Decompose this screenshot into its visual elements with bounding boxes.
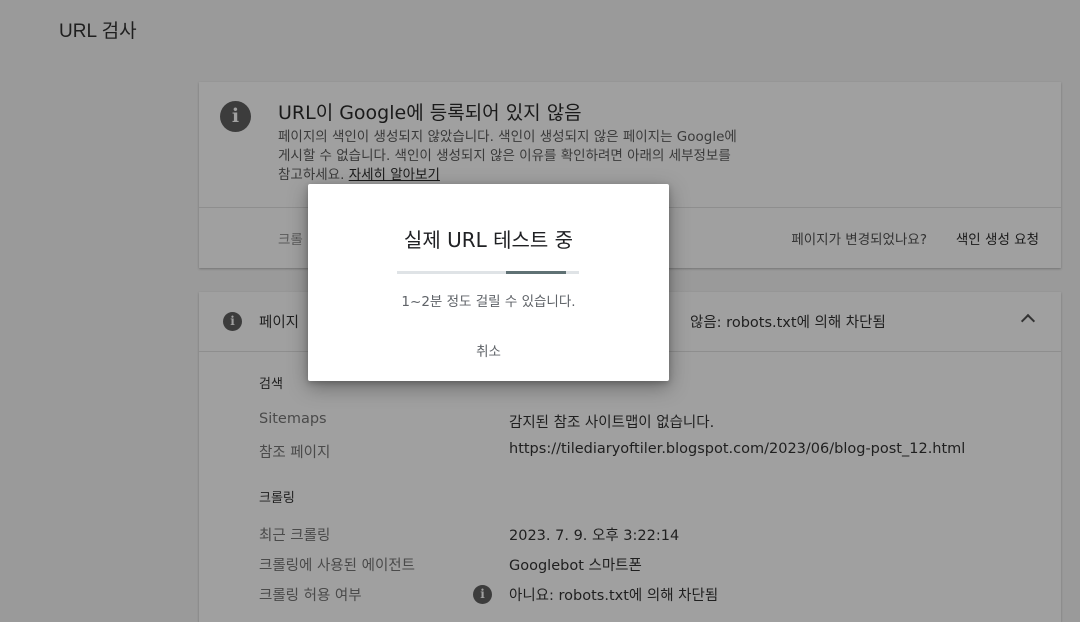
live-test-dialog: 실제 URL 테스트 중 1~2분 정도 걸릴 수 있습니다. 취소 (308, 184, 669, 381)
progress-bar (397, 271, 579, 274)
dialog-title: 실제 URL 테스트 중 (403, 228, 574, 252)
dialog-subtitle: 1~2분 정도 걸릴 수 있습니다. (401, 294, 576, 310)
progress-fill (506, 271, 567, 274)
cancel-button[interactable]: 취소 (470, 338, 507, 362)
